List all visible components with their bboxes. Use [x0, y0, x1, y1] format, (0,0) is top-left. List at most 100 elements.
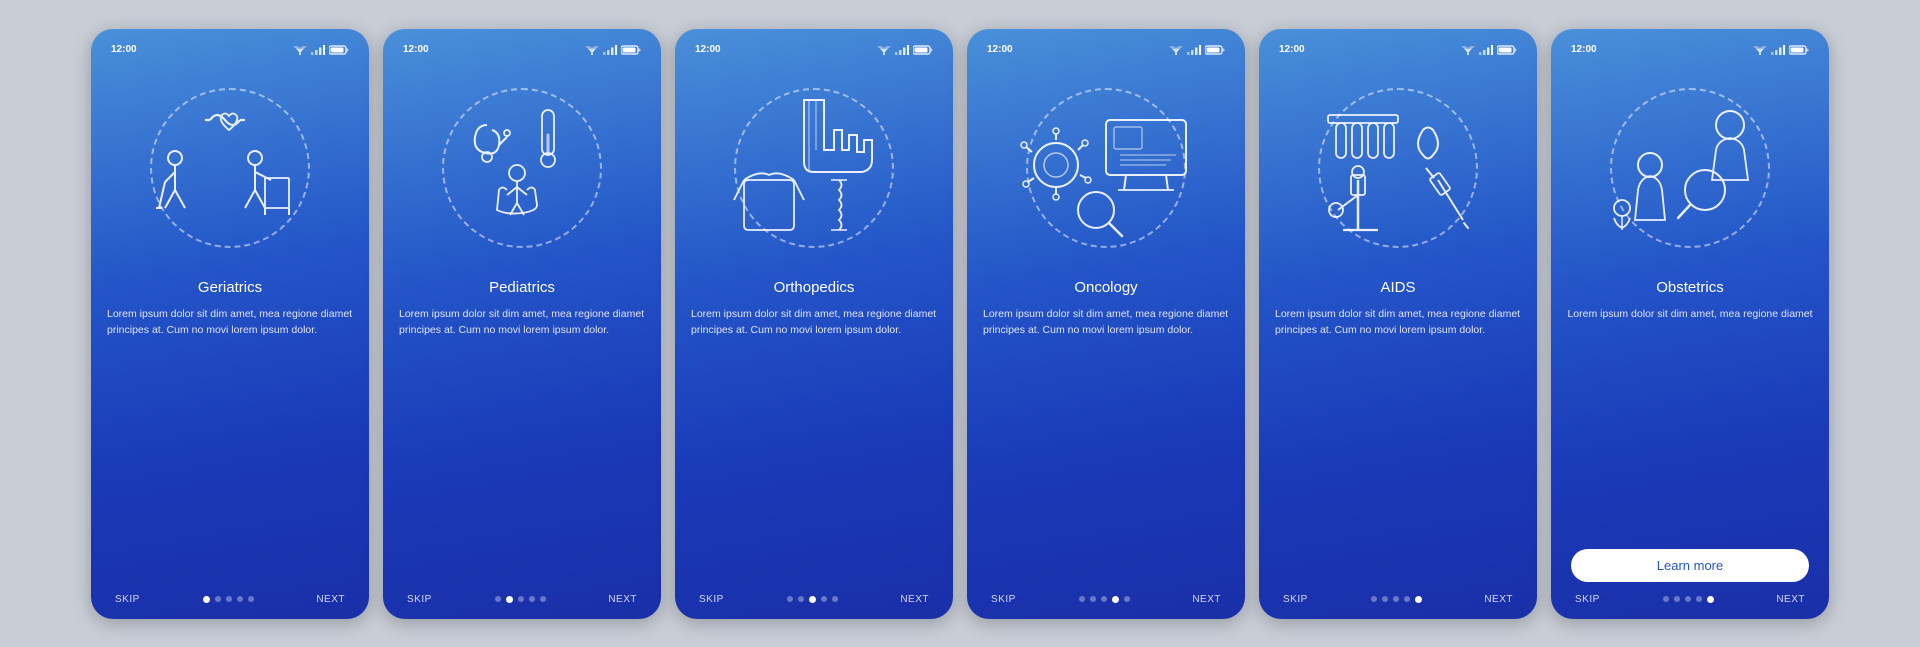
- dot-1: [215, 596, 221, 602]
- dot-1: [1382, 596, 1388, 602]
- status-bar: 12:00: [393, 41, 651, 59]
- battery-icon: [913, 45, 933, 55]
- screen-orthopedics: 12:00: [675, 29, 953, 619]
- skip-label[interactable]: SKIP: [1283, 594, 1308, 605]
- learn-more-button[interactable]: Learn more: [1571, 549, 1809, 582]
- dot-1: [1674, 596, 1680, 602]
- dot-4: [832, 596, 838, 602]
- battery-icon: [329, 45, 349, 55]
- screen-body-orthopedics: Lorem ipsum dolor sit dim amet, mea regi…: [685, 306, 943, 588]
- dot-2: [1685, 596, 1691, 602]
- status-icons: [1461, 45, 1517, 55]
- screen-body-aids: Lorem ipsum dolor sit dim amet, mea regi…: [1269, 306, 1527, 588]
- screen-icon-oncology: [1016, 90, 1196, 245]
- screen-icon-orthopedics: [724, 90, 904, 245]
- dots-container: [1079, 596, 1130, 603]
- status-icons: [585, 45, 641, 55]
- screen-oncology: 12:00: [967, 29, 1245, 619]
- screen-geriatrics: 12:00: [91, 29, 369, 619]
- dot-2: [226, 596, 232, 602]
- bottom-nav-pediatrics: SKIP NEXT: [393, 588, 651, 605]
- dot-3: [1112, 596, 1119, 603]
- screen-title-obstetrics: Obstetrics: [1656, 279, 1724, 296]
- signal-icon: [1771, 45, 1785, 55]
- skip-label[interactable]: SKIP: [407, 594, 432, 605]
- dot-1: [1090, 596, 1096, 602]
- screen-obstetrics: 12:00: [1551, 29, 1829, 619]
- next-label[interactable]: NEXT: [1484, 594, 1513, 605]
- skip-label[interactable]: SKIP: [699, 594, 724, 605]
- signal-icon: [1187, 45, 1201, 55]
- dot-1: [798, 596, 804, 602]
- status-bar: 12:00: [101, 41, 359, 59]
- screen-body-geriatrics: Lorem ipsum dolor sit dim amet, mea regi…: [101, 306, 359, 588]
- skip-label[interactable]: SKIP: [115, 594, 140, 605]
- skip-label[interactable]: SKIP: [991, 594, 1016, 605]
- dots-container: [495, 596, 546, 603]
- screen-title-aids: AIDS: [1380, 279, 1415, 296]
- dot-4: [248, 596, 254, 602]
- signal-icon: [895, 45, 909, 55]
- status-time: 12:00: [695, 44, 721, 55]
- wifi-icon: [1169, 45, 1183, 55]
- status-icons: [1169, 45, 1225, 55]
- dot-3: [529, 596, 535, 602]
- status-icons: [293, 45, 349, 55]
- dot-3: [1404, 596, 1410, 602]
- dots-container: [1663, 596, 1714, 603]
- dot-0: [1371, 596, 1377, 602]
- status-bar: 12:00: [1269, 41, 1527, 59]
- status-time: 12:00: [987, 44, 1013, 55]
- dots-container: [787, 596, 838, 603]
- next-label[interactable]: NEXT: [900, 594, 929, 605]
- screen-title-orthopedics: Orthopedics: [774, 279, 855, 296]
- wifi-icon: [585, 45, 599, 55]
- screen-body-obstetrics: Lorem ipsum dolor sit dim amet, mea regi…: [1561, 306, 1818, 541]
- wifi-icon: [877, 45, 891, 55]
- dot-4: [1124, 596, 1130, 602]
- icon-area-oncology: [996, 63, 1216, 273]
- battery-icon: [1789, 45, 1809, 55]
- status-bar: 12:00: [977, 41, 1235, 59]
- dot-4: [1415, 596, 1422, 603]
- next-label[interactable]: NEXT: [608, 594, 637, 605]
- status-bar: 12:00: [685, 41, 943, 59]
- screen-title-oncology: Oncology: [1074, 279, 1137, 296]
- screen-aids: 12:00: [1259, 29, 1537, 619]
- bottom-nav-obstetrics: SKIP NEXT: [1561, 588, 1819, 605]
- screen-title-pediatrics: Pediatrics: [489, 279, 555, 296]
- screen-icon-pediatrics: [437, 95, 607, 240]
- dot-2: [1393, 596, 1399, 602]
- screen-pediatrics: 12:00: [383, 29, 661, 619]
- skip-label[interactable]: SKIP: [1575, 594, 1600, 605]
- dots-container: [203, 596, 254, 603]
- dot-3: [1696, 596, 1702, 602]
- dot-0: [787, 596, 793, 602]
- next-label[interactable]: NEXT: [1776, 594, 1805, 605]
- wifi-icon: [1461, 45, 1475, 55]
- status-time: 12:00: [111, 44, 137, 55]
- dot-0: [1079, 596, 1085, 602]
- status-icons: [1753, 45, 1809, 55]
- next-label[interactable]: NEXT: [1192, 594, 1221, 605]
- dot-2: [518, 596, 524, 602]
- screens-container: 12:00: [67, 9, 1853, 639]
- next-label[interactable]: NEXT: [316, 594, 345, 605]
- battery-icon: [1497, 45, 1517, 55]
- screen-icon-obstetrics: [1600, 90, 1780, 245]
- dot-0: [203, 596, 210, 603]
- icon-area-pediatrics: [412, 63, 632, 273]
- dot-2: [809, 596, 816, 603]
- bottom-nav-oncology: SKIP NEXT: [977, 588, 1235, 605]
- screen-body-pediatrics: Lorem ipsum dolor sit dim amet, mea regi…: [393, 306, 651, 588]
- screen-title-geriatrics: Geriatrics: [198, 279, 262, 296]
- battery-icon: [621, 45, 641, 55]
- signal-icon: [1479, 45, 1493, 55]
- status-time: 12:00: [403, 44, 429, 55]
- bottom-nav-orthopedics: SKIP NEXT: [685, 588, 943, 605]
- screen-body-oncology: Lorem ipsum dolor sit dim amet, mea regi…: [977, 306, 1235, 588]
- dot-4: [1707, 596, 1714, 603]
- icon-area-aids: [1288, 63, 1508, 273]
- status-time: 12:00: [1571, 44, 1597, 55]
- bottom-nav-aids: SKIP NEXT: [1269, 588, 1527, 605]
